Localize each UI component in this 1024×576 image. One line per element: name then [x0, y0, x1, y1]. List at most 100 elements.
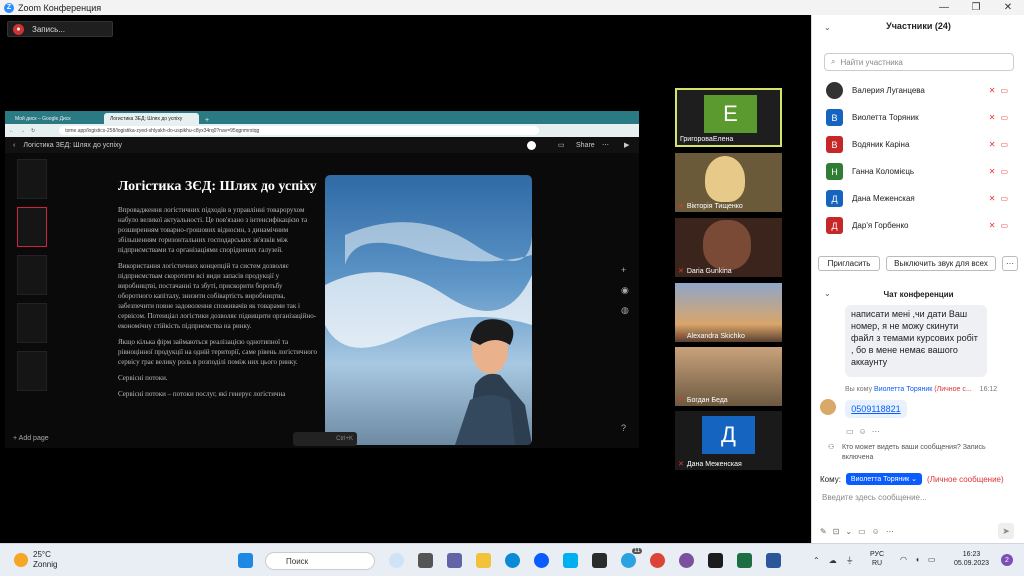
- recipient-select[interactable]: Виолетта Торяник ⌄: [845, 473, 923, 485]
- file-explorer-icon[interactable]: [476, 553, 491, 568]
- video-tile[interactable]: Д ✕ Дана Меженская: [675, 411, 782, 470]
- video-name: Alexandra Skichko: [686, 332, 745, 340]
- excel-icon[interactable]: [737, 553, 752, 568]
- address-bar[interactable]: tome.app/logistics-258/logistika-zyed-sh…: [59, 126, 540, 135]
- back-chevron-icon[interactable]: ‹: [13, 142, 15, 149]
- zoom-logo-icon: Z: [4, 2, 14, 13]
- invite-button[interactable]: Пригласить: [818, 256, 880, 271]
- word-icon[interactable]: [766, 553, 781, 568]
- video-tile[interactable]: ✕ Daria Gunkina: [675, 218, 782, 277]
- participants-more-button[interactable]: ···: [1002, 256, 1018, 271]
- recording-indicator[interactable]: ● Запись...: [7, 21, 113, 37]
- title-bar: Z Zoom Конференция — ❐ ✕: [0, 0, 1024, 15]
- slide-paragraph: Якщо кілька фірм займаються реалізацією …: [118, 338, 317, 366]
- add-page-button[interactable]: + Add page: [13, 435, 49, 442]
- video-name-label: ✕ Daria Gunkina: [678, 267, 732, 276]
- page-thumbnail[interactable]: [17, 351, 47, 391]
- weather-widget[interactable]: 25°C Zonnig: [14, 550, 57, 570]
- palette-icon[interactable]: ◍: [621, 305, 629, 316]
- help-icon[interactable]: ?: [621, 423, 626, 433]
- sun-icon: [14, 553, 28, 567]
- recipient-row: Кому: Виолетта Торяник ⌄ (Личное сообщен…: [820, 473, 1004, 485]
- chrome-icon[interactable]: [650, 553, 665, 568]
- minimize-button[interactable]: —: [929, 0, 959, 15]
- forward-icon[interactable]: →: [20, 128, 25, 134]
- target-icon[interactable]: ◉: [621, 285, 629, 296]
- taskbar-search[interactable]: Поиск: [265, 552, 375, 570]
- play-icon[interactable]: ▶: [624, 141, 629, 149]
- private-label: (Личное сообщение): [927, 474, 1004, 484]
- telegram-icon[interactable]: [621, 553, 636, 568]
- more-icon[interactable]: ⋯: [602, 141, 609, 149]
- avatar: Н: [826, 163, 843, 180]
- page-thumbnail[interactable]: [17, 303, 47, 343]
- side-panel: ⌄ Участники (24) ⌕ Найти участника Валер…: [811, 15, 1024, 543]
- mic-muted-icon: ✕: [678, 268, 684, 275]
- participant-row[interactable]: Д Дана Меженская ✕▭: [812, 185, 1024, 212]
- network-volume-battery-icons[interactable]: ◠◖▭: [900, 555, 943, 564]
- page-thumbnail[interactable]: [17, 255, 47, 295]
- store-icon[interactable]: [592, 553, 607, 568]
- participant-row[interactable]: Н Ганна Коломієць ✕▭: [812, 158, 1024, 185]
- participants-header: Участники (24): [886, 21, 951, 31]
- chat-input[interactable]: Введите здесь сообщение...: [822, 493, 927, 502]
- participant-row[interactable]: Валерия Луганцева ✕▭: [812, 77, 1024, 104]
- new-tab-icon[interactable]: +: [205, 117, 209, 124]
- participant-row[interactable]: В Водяник Каріна ✕▭: [812, 131, 1024, 158]
- capcut-icon[interactable]: [708, 553, 723, 568]
- skype-icon[interactable]: [563, 553, 578, 568]
- video-tile[interactable]: ✕ Богдан Беда: [675, 347, 782, 406]
- participant-row[interactable]: Д Дар'я Горбенко ✕▭: [812, 212, 1024, 239]
- message-reactions-icon[interactable]: ▭☺⋯: [846, 427, 885, 436]
- video-tile[interactable]: ✕ Вікторія Тищенко: [675, 153, 782, 212]
- zoom-in-icon[interactable]: +: [621, 265, 626, 275]
- command-hint[interactable]: Ctrl+K: [293, 432, 357, 446]
- avatar: В: [826, 109, 843, 126]
- chat-message-meta: Вы кому Виолетта Торяник (Личное с... 16…: [845, 386, 997, 393]
- page-thumbnail[interactable]: [17, 207, 47, 247]
- tray-icons[interactable]: ⌃☁⏚: [813, 555, 863, 566]
- notification-badge[interactable]: 2: [1001, 554, 1013, 566]
- meta-prefix: Вы кому: [845, 386, 873, 393]
- clock[interactable]: 16:23 05.09.2023: [954, 550, 989, 568]
- mic-video-off-icon: ✕▭: [988, 140, 1013, 149]
- close-button[interactable]: ✕: [993, 0, 1023, 15]
- chat-app-icon[interactable]: [447, 553, 462, 568]
- mic-muted-icon: ✕: [678, 333, 684, 340]
- comment-icon[interactable]: ▭: [558, 141, 565, 149]
- search-icon: ⌕: [831, 57, 836, 66]
- participant-search-input[interactable]: ⌕ Найти участника: [824, 53, 1014, 71]
- widget-icon[interactable]: [389, 553, 404, 568]
- start-icon[interactable]: [238, 553, 253, 568]
- back-icon[interactable]: ←: [9, 128, 14, 134]
- tome-toolbar: ‹ Логістика ЗЕД: Шлях до успіху ▭ Share …: [5, 137, 639, 153]
- phone-link[interactable]: 0509118821: [845, 400, 907, 418]
- video-tile[interactable]: ✕ Alexandra Skichko: [675, 283, 782, 342]
- video-photo: [703, 220, 751, 270]
- language-indicator[interactable]: РУС RU: [870, 550, 884, 568]
- mic-video-off-icon: ✕▭: [988, 113, 1013, 122]
- reload-icon[interactable]: ↻: [31, 128, 35, 134]
- browser-tab-drive[interactable]: Мой диск – Google Диск: [9, 113, 104, 124]
- video-tile[interactable]: Е ГригороваЕлена: [675, 88, 782, 147]
- browser-tab-tome[interactable]: Логистика ЗЕД: Шлях до успіху: [104, 113, 199, 124]
- send-icon[interactable]: ➤: [998, 523, 1014, 539]
- share-button[interactable]: Share: [576, 142, 595, 149]
- meta-recipient[interactable]: Виолетта Торяник: [874, 386, 932, 393]
- visibility-note[interactable]: ⚇ Кто может видеть ваши сообщения? Запис…: [828, 443, 1014, 463]
- zoom-app-icon[interactable]: [534, 553, 549, 568]
- chat-toolbar[interactable]: ✎⊡⌄▭☺⋯: [820, 527, 900, 536]
- video-avatar: Д: [702, 416, 755, 454]
- participant-name: Виолетта Торяник: [852, 113, 919, 122]
- video-name: Дана Меженская: [686, 460, 742, 468]
- task-view-icon[interactable]: [418, 553, 433, 568]
- mute-all-button[interactable]: Выключить звук для всех: [886, 256, 996, 271]
- edge-icon[interactable]: [505, 553, 520, 568]
- viber-icon[interactable]: [679, 553, 694, 568]
- participant-row[interactable]: В Виолетта Торяник ✕▭: [812, 104, 1024, 131]
- search-placeholder: Найти участника: [840, 57, 903, 67]
- avatar: [820, 399, 836, 415]
- browser-tab-strip: Мой диск – Google Диск Логистика ЗЕД: Шл…: [5, 111, 639, 124]
- page-thumbnail[interactable]: [17, 159, 47, 199]
- maximize-button[interactable]: ❐: [961, 0, 991, 15]
